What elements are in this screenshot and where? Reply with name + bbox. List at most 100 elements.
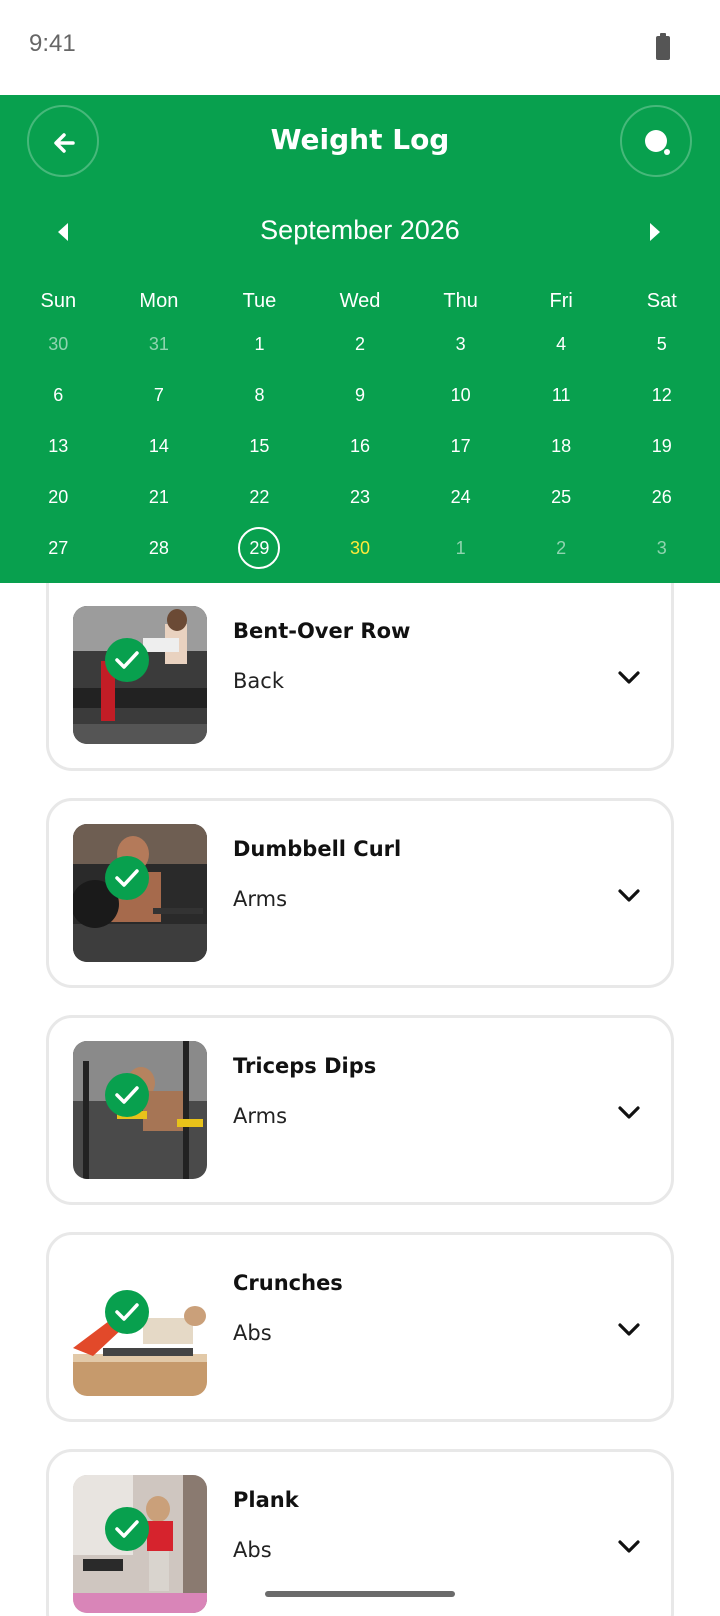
day-number: 2 (355, 334, 366, 354)
day-number: 5 (656, 334, 667, 354)
day-number: 21 (148, 487, 169, 507)
day-number: 10 (450, 385, 471, 405)
calendar-day[interactable]: 16 (310, 428, 411, 479)
exercise-card[interactable]: Bent-Over Row Back (46, 583, 674, 771)
calendar-day-selected[interactable]: 29 (209, 527, 310, 581)
calendar-day[interactable]: 24 (410, 479, 511, 530)
calendar-day[interactable]: 27 (8, 530, 109, 581)
calendar-day[interactable]: 19 (611, 428, 712, 479)
day-number: 27 (48, 538, 69, 558)
calendar-day[interactable]: 1 (410, 530, 511, 581)
exercise-category: Arms (233, 1104, 288, 1128)
exercise-card[interactable]: Triceps Dips Arms (46, 1015, 674, 1205)
day-number: 26 (651, 487, 672, 507)
weekday-header-row: Sun Mon Tue Wed Thu Fri Sat (8, 290, 712, 326)
day-number: 28 (148, 538, 169, 558)
month-label: September 2026 (260, 215, 460, 245)
exercise-name: Bent-Over Row (233, 619, 411, 643)
exercise-name: Triceps Dips (233, 1054, 377, 1078)
calendar-day[interactable]: 21 (109, 479, 210, 530)
calendar-day[interactable]: 7 (109, 377, 210, 428)
calendar-day[interactable]: 14 (109, 428, 210, 479)
calendar-week: 6 7 8 9 10 11 12 (8, 377, 712, 428)
exercise-list: Bent-Over Row Back Dumbbell Curl Arms Tr… (46, 583, 674, 1616)
day-number: 13 (48, 436, 69, 456)
calendar-day[interactable]: 5 (611, 326, 712, 377)
exercise-category: Abs (233, 1321, 272, 1345)
search-button[interactable] (620, 105, 692, 177)
weekday-label: Sun (40, 290, 77, 312)
calendar-day[interactable]: 28 (109, 530, 210, 581)
day-number: 1 (254, 334, 265, 354)
day-number: 1 (455, 538, 466, 558)
calendar-day[interactable]: 26 (611, 479, 712, 530)
caret-right-icon[interactable] (650, 223, 660, 241)
calendar-day[interactable]: 4 (511, 326, 612, 377)
day-number: 30 (350, 538, 371, 558)
weekday-label: Tue (242, 290, 277, 312)
weekday-label: Sat (646, 290, 677, 312)
calendar-day[interactable]: 10 (410, 377, 511, 428)
page-title: Weight Log (270, 123, 450, 156)
calendar-day[interactable]: 2 (310, 326, 411, 377)
chevron-down-icon[interactable] (617, 1321, 641, 1337)
search-icon (645, 130, 670, 155)
check-icon (115, 869, 139, 887)
chevron-down-icon[interactable] (617, 887, 641, 903)
calendar-week: 20 21 22 23 24 25 26 (8, 479, 712, 530)
status-time: 9:41 (29, 30, 76, 57)
calendar-day[interactable]: 12 (611, 377, 712, 428)
calendar-day[interactable]: 13 (8, 428, 109, 479)
calendar-day[interactable]: 9 (310, 377, 411, 428)
check-icon (115, 651, 139, 669)
completed-badge (105, 1507, 149, 1551)
calendar-day[interactable]: 11 (511, 377, 612, 428)
day-number: 18 (551, 436, 572, 456)
exercise-card[interactable]: Crunches Abs (46, 1232, 674, 1422)
exercise-thumbnail (73, 1041, 207, 1179)
calendar-day[interactable]: 18 (511, 428, 612, 479)
header: Weight Log September 2026 Sun Mon Tue We… (0, 95, 720, 583)
weekday-label: Thu (443, 290, 478, 312)
calendar-day[interactable]: 17 (410, 428, 511, 479)
calendar-day[interactable]: 6 (8, 377, 109, 428)
chevron-down-icon[interactable] (617, 1538, 641, 1554)
calendar-day[interactable]: 25 (511, 479, 612, 530)
day-number: 22 (249, 487, 270, 507)
calendar-week: 13 14 15 16 17 18 19 (8, 428, 712, 479)
calendar-week: 30 31 1 2 3 4 5 (8, 326, 712, 377)
day-number: 8 (254, 385, 265, 405)
day-number: 2 (556, 538, 567, 558)
completed-badge (105, 1073, 149, 1117)
day-number: 30 (48, 334, 69, 354)
calendar-day[interactable]: 1 (209, 326, 310, 377)
calendar-day[interactable]: 8 (209, 377, 310, 428)
day-number: 3 (455, 334, 466, 354)
exercise-name: Crunches (233, 1271, 343, 1295)
exercise-category: Arms (233, 887, 288, 911)
exercise-thumbnail (73, 606, 207, 744)
battery-icon (656, 33, 670, 60)
calendar-day[interactable]: 30 (8, 326, 109, 377)
chevron-down-icon[interactable] (617, 669, 641, 685)
calendar-day[interactable]: 20 (8, 479, 109, 530)
calendar-day[interactable]: 3 (410, 326, 511, 377)
home-indicator[interactable] (265, 1591, 455, 1597)
exercise-card[interactable]: Dumbbell Curl Arms (46, 798, 674, 988)
completed-badge (105, 856, 149, 900)
day-number: 25 (551, 487, 572, 507)
chevron-down-icon[interactable] (617, 1104, 641, 1120)
calendar-day[interactable]: 2 (511, 530, 612, 581)
weekday-label: Fri (549, 290, 573, 312)
day-number: 31 (148, 334, 169, 354)
calendar-day-today[interactable]: 30 (310, 530, 411, 581)
calendar-day[interactable]: 22 (209, 479, 310, 530)
check-icon (115, 1303, 139, 1321)
exercise-thumbnail (73, 1258, 207, 1396)
exercise-name: Plank (233, 1488, 299, 1512)
calendar-day[interactable]: 23 (310, 479, 411, 530)
calendar-day[interactable]: 31 (109, 326, 210, 377)
completed-badge (105, 1290, 149, 1334)
calendar-day[interactable]: 3 (611, 530, 712, 581)
calendar-day[interactable]: 15 (209, 428, 310, 479)
